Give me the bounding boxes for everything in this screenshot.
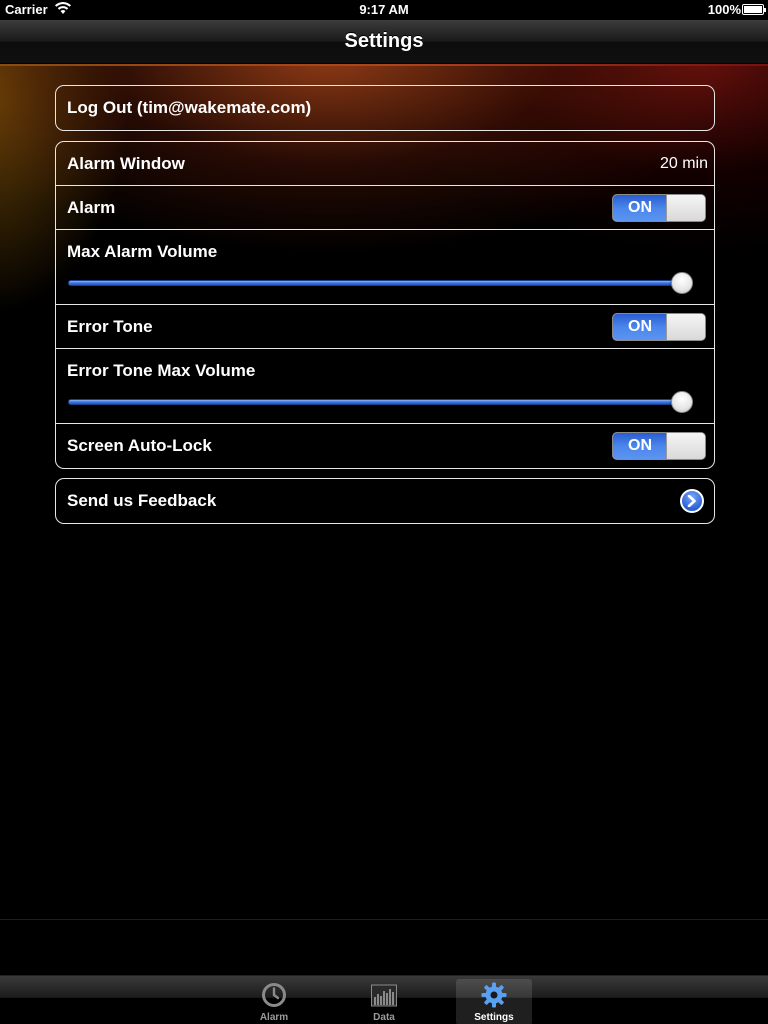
slider-track xyxy=(68,280,693,286)
max-alarm-volume-slider[interactable] xyxy=(68,272,693,294)
tab-bar: Alarm Data Settings xyxy=(0,975,768,1024)
error-tone-switch-state: ON xyxy=(613,314,667,340)
switch-knob xyxy=(666,314,705,340)
tab-data[interactable]: Data xyxy=(346,979,422,1024)
content-divider xyxy=(0,919,768,920)
alarm-switch-state: ON xyxy=(613,195,667,221)
status-time: 9:17 AM xyxy=(359,2,409,17)
logout-row[interactable]: Log Out (tim@wakemate.com) xyxy=(56,86,714,130)
slider-fill xyxy=(69,281,683,285)
navigation-bar: Settings xyxy=(0,20,768,64)
alarm-label: Alarm xyxy=(67,198,116,217)
bar-chart-icon xyxy=(371,984,397,1007)
tab-label: Alarm xyxy=(259,1012,289,1023)
slider-fill xyxy=(69,400,683,404)
feedback-row[interactable]: Send us Feedback xyxy=(56,479,714,523)
alarm-window-label: Alarm Window xyxy=(67,154,185,173)
clock-icon xyxy=(262,983,286,1007)
alarm-window-value: 20 min xyxy=(659,155,708,172)
logout-label: Log Out (tim@wakemate.com) xyxy=(67,98,312,117)
error-tone-row: Error Tone ON xyxy=(56,305,714,349)
error-tone-max-volume-label: Error Tone Max Volume xyxy=(67,361,256,380)
slider-track xyxy=(68,399,693,405)
alarm-window-row[interactable]: Alarm Window 20 min xyxy=(56,142,714,186)
gear-icon xyxy=(481,982,507,1008)
max-alarm-volume-row: Max Alarm Volume xyxy=(56,230,714,305)
screen-auto-lock-switch[interactable]: ON xyxy=(612,432,706,460)
status-bar: Carrier 9:17 AM 100% xyxy=(0,0,768,20)
page-title: Settings xyxy=(344,30,424,52)
tab-label: Data xyxy=(373,1012,395,1023)
screen-auto-lock-switch-state: ON xyxy=(613,433,667,459)
feedback-group: Send us Feedback xyxy=(55,478,715,524)
error-tone-switch[interactable]: ON xyxy=(612,313,706,341)
max-alarm-volume-label: Max Alarm Volume xyxy=(67,242,218,261)
screen-auto-lock-row: Screen Auto-Lock ON xyxy=(56,424,714,468)
battery-icon xyxy=(742,4,766,15)
settings-content: Log Out (tim@wakemate.com) Alarm Window … xyxy=(0,64,768,920)
switch-knob xyxy=(666,195,705,221)
slider-thumb[interactable] xyxy=(671,391,693,413)
tab-settings[interactable]: Settings xyxy=(456,979,532,1024)
switch-knob xyxy=(666,433,705,459)
tab-label: Settings xyxy=(474,1012,514,1023)
disclosure-chevron-icon[interactable] xyxy=(680,489,704,513)
alarm-switch[interactable]: ON xyxy=(612,194,706,222)
tab-alarm[interactable]: Alarm xyxy=(236,979,312,1024)
alarm-settings-group: Alarm Window 20 min Alarm ON Max Alarm V… xyxy=(55,141,715,469)
battery-percentage: 100% xyxy=(707,2,741,17)
error-tone-max-volume-slider[interactable] xyxy=(68,391,693,413)
slider-thumb[interactable] xyxy=(671,272,693,294)
screen-auto-lock-label: Screen Auto-Lock xyxy=(67,436,212,455)
alarm-row: Alarm ON xyxy=(56,186,714,230)
feedback-label: Send us Feedback xyxy=(67,491,217,510)
account-group: Log Out (tim@wakemate.com) xyxy=(55,85,715,131)
error-tone-label: Error Tone xyxy=(67,317,153,336)
error-tone-max-volume-row: Error Tone Max Volume xyxy=(56,349,714,424)
